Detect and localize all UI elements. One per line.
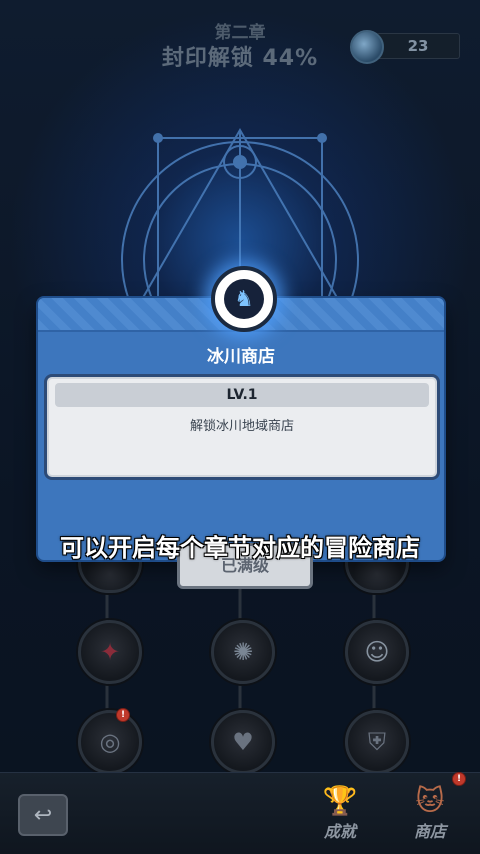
- burst-icon: ✺: [232, 638, 254, 666]
- trophy-icon: 🏆: [322, 783, 358, 817]
- shop-cat-icon: 🐱: [415, 783, 445, 817]
- shop-upgrade-dialog: 冰川商店 LV.1 解锁冰川地域商店: [38, 298, 444, 560]
- bat-icon: ✦: [99, 638, 121, 666]
- coin-icon: ◎: [99, 728, 121, 756]
- angel-node[interactable]: ☺: [345, 620, 409, 684]
- shield-node[interactable]: ⛨: [345, 710, 409, 774]
- chapter-header: 第二章 封印解锁 44% 23: [0, 0, 480, 80]
- heart-icon: ♥: [232, 728, 254, 756]
- cat-shop-icon: ♞: [224, 279, 264, 319]
- shop-alert-badge: !: [452, 772, 466, 786]
- bat-node[interactable]: ✦: [78, 620, 142, 684]
- node-alert-badge: !: [116, 708, 130, 722]
- currency-value: 23: [376, 33, 460, 59]
- level-description: 解锁冰川地域商店: [189, 419, 294, 434]
- angel-icon: ☺: [364, 638, 390, 666]
- crystal-icon: [350, 30, 384, 64]
- shop-emblem: ♞: [211, 266, 277, 332]
- back-button[interactable]: ↩: [18, 794, 68, 836]
- heart-node[interactable]: ♥: [211, 710, 275, 774]
- level-card: LV.1 解锁冰川地域商店: [44, 374, 440, 480]
- back-arrow-icon: ↩: [33, 802, 53, 828]
- video-subtitle: 可以开启每个章节对应的冒险商店: [60, 534, 420, 562]
- achievements-button[interactable]: 🏆 成就: [312, 780, 368, 842]
- currency-counter: 23: [350, 28, 462, 64]
- shop-button[interactable]: 🐱 商店: [402, 780, 458, 842]
- burst-node[interactable]: ✺: [211, 620, 275, 684]
- shield-icon: ⛨: [368, 728, 386, 756]
- coin-node[interactable]: ◎: [78, 710, 142, 774]
- level-label: LV.1: [55, 383, 429, 407]
- achievements-label: 成就: [323, 822, 356, 841]
- shop-label: 商店: [413, 822, 446, 841]
- dialog-title: 冰川商店: [207, 347, 275, 367]
